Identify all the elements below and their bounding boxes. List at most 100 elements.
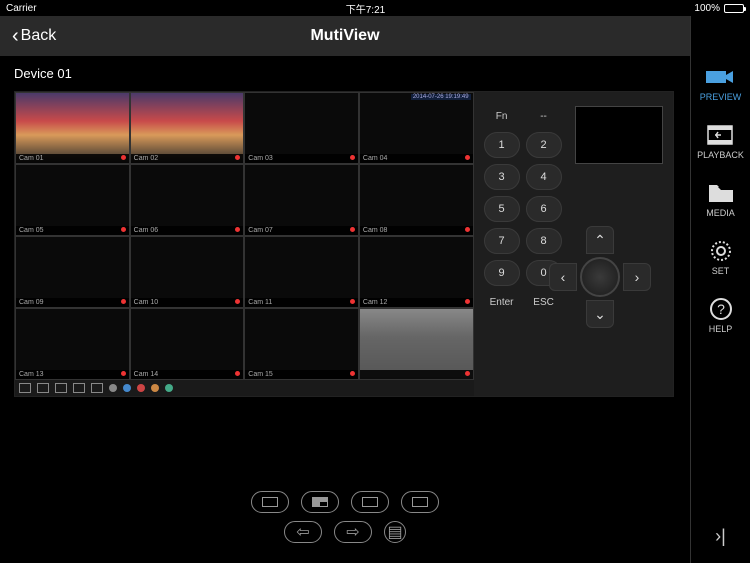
camera-label: Cam 10 [131, 298, 244, 307]
sidebar-item-label: PREVIEW [700, 92, 742, 102]
keypad-button[interactable]: 6 [526, 196, 562, 222]
sidebar-item-label: PLAYBACK [697, 150, 744, 160]
camera-cell[interactable]: Cam 11 [244, 236, 359, 308]
dpad: ⌃ ⌄ ‹ › [545, 222, 655, 332]
key-label: Fn [484, 106, 520, 126]
toolbar-layout-icon[interactable] [73, 383, 85, 393]
toolbar-icon[interactable] [123, 384, 131, 392]
folder-icon [706, 182, 736, 204]
camera-cell[interactable]: Cam 14 [130, 308, 245, 380]
device-label: Device 01 [0, 56, 690, 91]
list-button[interactable]: ▤ [384, 521, 406, 543]
back-button[interactable]: ‹ Back [12, 25, 56, 48]
gear-icon [706, 240, 736, 262]
camera-label: Cam 13 [16, 370, 129, 379]
svg-text:?: ? [717, 301, 725, 317]
camera-cell[interactable]: Cam 07 [244, 164, 359, 236]
camera-cell[interactable]: 2014-07-26 19:19:49Cam 04 [359, 92, 474, 164]
page-title: MutiView [310, 27, 379, 45]
layout-9-button[interactable] [351, 491, 389, 513]
dpad-up-button[interactable]: ⌃ [586, 226, 614, 254]
dpad-center-button[interactable] [580, 257, 620, 297]
battery-pct: 100% [694, 3, 720, 14]
camera-cell[interactable]: Cam 12 [359, 236, 474, 308]
sidebar-item-label: MEDIA [706, 208, 735, 218]
dpad-left-button[interactable]: ‹ [549, 263, 577, 291]
camera-cell[interactable]: Cam 13 [15, 308, 130, 380]
remote-panel: Fn--1234567890EnterESC ⌃ ⌄ ‹ › [474, 92, 673, 396]
camera-cell[interactable] [359, 308, 474, 380]
keypad-button[interactable]: 1 [484, 132, 520, 158]
key-label: -- [526, 106, 562, 126]
key-label: Enter [484, 292, 520, 312]
bottom-controls: ⇦ ⇨ ▤ [0, 491, 690, 543]
arrow-right-icon: ⇨ [346, 522, 359, 542]
viewer-container: Cam 01Cam 02Cam 032014-07-26 19:19:49Cam… [14, 91, 674, 397]
camera-cell[interactable]: Cam 01 [15, 92, 130, 164]
camera-timestamp: 2014-07-26 19:19:49 [411, 94, 471, 100]
toolbar-layout-icon[interactable] [55, 383, 67, 393]
keypad-button[interactable]: 9 [484, 260, 520, 286]
camera-label: Cam 01 [16, 154, 129, 163]
camera-label: Cam 11 [245, 298, 358, 307]
chevron-left-icon: ‹ [12, 25, 19, 48]
dpad-down-button[interactable]: ⌄ [586, 300, 614, 328]
status-bar: Carrier 下午7:21 100% [0, 0, 750, 16]
film-icon [705, 124, 735, 146]
sidebar-item-set[interactable]: SET [706, 240, 736, 276]
camera-cell[interactable]: Cam 02 [130, 92, 245, 164]
camera-cell[interactable]: Cam 10 [130, 236, 245, 308]
camera-label: Cam 05 [16, 226, 129, 235]
grid-toolbar [15, 380, 474, 396]
toolbar-icon[interactable] [109, 384, 117, 392]
camera-label: Cam 09 [16, 298, 129, 307]
keypad-button[interactable]: 2 [526, 132, 562, 158]
layout-4-button[interactable] [301, 491, 339, 513]
camera-cell[interactable]: Cam 03 [244, 92, 359, 164]
camera-label: Cam 02 [131, 154, 244, 163]
toolbar-layout-icon[interactable] [37, 383, 49, 393]
camera-label: Cam 07 [245, 226, 358, 235]
toolbar-layout-icon[interactable] [19, 383, 31, 393]
camera-cell[interactable]: Cam 08 [359, 164, 474, 236]
toolbar-icon[interactable] [165, 384, 173, 392]
keypad-button[interactable]: 4 [526, 164, 562, 190]
status-time: 下午7:21 [346, 1, 385, 16]
sidebar: PREVIEW PLAYBACK MEDIA SET ? HELP ›| [690, 16, 750, 563]
keypad-button[interactable]: 3 [484, 164, 520, 190]
camera-label: Cam 15 [245, 370, 358, 379]
sidebar-item-media[interactable]: MEDIA [706, 182, 736, 218]
sidebar-item-label: HELP [709, 324, 733, 334]
back-label: Back [21, 27, 57, 45]
toolbar-icon[interactable] [151, 384, 159, 392]
carrier-label: Carrier [6, 3, 37, 14]
keypad-button[interactable]: 5 [484, 196, 520, 222]
camera-cell[interactable]: Cam 06 [130, 164, 245, 236]
keypad-button[interactable]: 7 [484, 228, 520, 254]
camera-label [360, 370, 473, 379]
preview-thumbnail[interactable] [575, 106, 663, 164]
collapse-button[interactable]: ›| [715, 526, 726, 547]
header-bar: ‹ Back MutiView [0, 16, 690, 56]
prev-button[interactable]: ⇦ [284, 521, 322, 543]
dpad-right-button[interactable]: › [623, 263, 651, 291]
layout-1-button[interactable] [251, 491, 289, 513]
list-icon: ▤ [387, 522, 402, 542]
camera-icon [705, 66, 735, 88]
toolbar-icon[interactable] [137, 384, 145, 392]
sidebar-item-preview[interactable]: PREVIEW [700, 66, 742, 102]
sidebar-item-label: SET [712, 266, 730, 276]
toolbar-layout-icon[interactable] [91, 383, 103, 393]
layout-16-button[interactable] [401, 491, 439, 513]
battery-icon [724, 4, 744, 13]
camera-label: Cam 14 [131, 370, 244, 379]
camera-label: Cam 08 [360, 226, 473, 235]
sidebar-item-playback[interactable]: PLAYBACK [697, 124, 744, 160]
camera-label: Cam 12 [360, 298, 473, 307]
camera-cell[interactable]: Cam 09 [15, 236, 130, 308]
sidebar-item-help[interactable]: ? HELP [706, 298, 736, 334]
next-button[interactable]: ⇨ [334, 521, 372, 543]
camera-cell[interactable]: Cam 05 [15, 164, 130, 236]
camera-cell[interactable]: Cam 15 [244, 308, 359, 380]
camera-grid: Cam 01Cam 02Cam 032014-07-26 19:19:49Cam… [15, 92, 474, 396]
